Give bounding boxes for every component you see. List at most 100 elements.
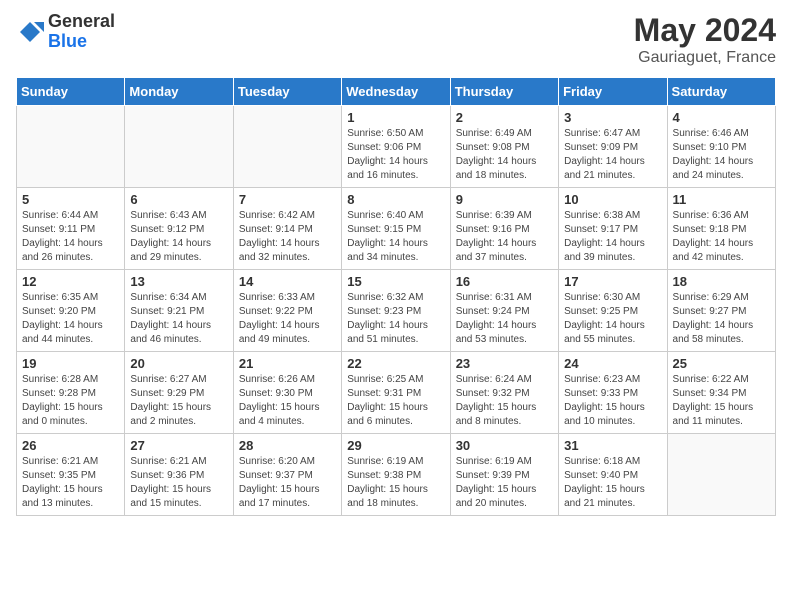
day-number: 15 [347, 274, 444, 289]
calendar-week-row: 1 Sunrise: 6:50 AM Sunset: 9:06 PM Daylig… [17, 106, 776, 188]
day-number: 28 [239, 438, 336, 453]
calendar-cell: 20Sunrise: 6:27 AM Sunset: 9:29 PM Dayli… [125, 352, 233, 434]
day-number: 4 [673, 110, 770, 125]
calendar-week-row: 12 Sunrise: 6:35 AM Sunset: 9:20 PM Dayli… [17, 270, 776, 352]
calendar-cell: 21Sunrise: 6:26 AM Sunset: 9:30 PM Dayli… [233, 352, 341, 434]
logo-icon [16, 18, 44, 46]
weekday-header: Monday [125, 78, 233, 106]
calendar-cell: 4 Sunrise: 6:46 AM Sunset: 9:10 PM Daylig… [667, 106, 775, 188]
calendar-cell [667, 434, 775, 516]
calendar-cell: 30 Sunrise: 6:19 AM Sunset: 9:39 PM Dayli… [450, 434, 558, 516]
weekday-header: Tuesday [233, 78, 341, 106]
logo-text: General Blue [48, 12, 115, 52]
calendar-cell: 7 Sunrise: 6:42 AM Sunset: 9:14 PM Daylig… [233, 188, 341, 270]
day-info: Sunrise: 6:22 AM Sunset: 9:34 PM Dayligh… [673, 373, 770, 429]
day-info: Sunrise: 6:30 AM Sunset: 9:25 PM Dayligh… [564, 291, 661, 347]
subtitle: Gauriaguet, France [634, 49, 776, 67]
weekday-header: Sunday [17, 78, 125, 106]
calendar-cell: 24 Sunrise: 6:23 AM Sunset: 9:33 PM Dayli… [559, 352, 667, 434]
day-info: Sunrise: 6:50 AM Sunset: 9:06 PM Dayligh… [347, 127, 444, 183]
day-info: Sunrise: 6:47 AM Sunset: 9:09 PM Dayligh… [564, 127, 661, 183]
day-number: 26 [22, 438, 119, 453]
day-number: 17 [564, 274, 661, 289]
title-block: May 2024 Gauriaguet, France [634, 12, 776, 67]
day-info: Sunrise: 6:36 AM Sunset: 9:18 PM Dayligh… [673, 209, 770, 265]
day-info: Sunrise: 6:19 AM Sunset: 9:39 PM Dayligh… [456, 455, 553, 511]
day-number: 18 [673, 274, 770, 289]
day-info: Sunrise: 6:18 AM Sunset: 9:40 PM Dayligh… [564, 455, 661, 511]
day-number: 23 [456, 356, 553, 371]
day-info: Sunrise: 6:35 AM Sunset: 9:20 PM Dayligh… [22, 291, 119, 347]
day-number: 20 [130, 356, 227, 371]
calendar-header-row: SundayMondayTuesdayWednesdayThursdayFrid… [17, 78, 776, 106]
day-number: 9 [456, 192, 553, 207]
calendar-cell: 28Sunrise: 6:20 AM Sunset: 9:37 PM Dayli… [233, 434, 341, 516]
calendar-cell: 1 Sunrise: 6:50 AM Sunset: 9:06 PM Daylig… [342, 106, 450, 188]
day-info: Sunrise: 6:33 AM Sunset: 9:22 PM Dayligh… [239, 291, 336, 347]
day-info: Sunrise: 6:42 AM Sunset: 9:14 PM Dayligh… [239, 209, 336, 265]
page: General Blue May 2024 Gauriaguet, France… [0, 0, 792, 612]
day-number: 2 [456, 110, 553, 125]
calendar-cell: 11 Sunrise: 6:36 AM Sunset: 9:18 PM Dayli… [667, 188, 775, 270]
calendar-cell: 17 Sunrise: 6:30 AM Sunset: 9:25 PM Dayli… [559, 270, 667, 352]
day-info: Sunrise: 6:31 AM Sunset: 9:24 PM Dayligh… [456, 291, 553, 347]
calendar-cell [17, 106, 125, 188]
day-info: Sunrise: 6:21 AM Sunset: 9:36 PM Dayligh… [130, 455, 227, 511]
day-number: 24 [564, 356, 661, 371]
day-number: 12 [22, 274, 119, 289]
day-number: 10 [564, 192, 661, 207]
day-number: 11 [673, 192, 770, 207]
calendar-cell: 13Sunrise: 6:34 AM Sunset: 9:21 PM Dayli… [125, 270, 233, 352]
day-info: Sunrise: 6:34 AM Sunset: 9:21 PM Dayligh… [130, 291, 227, 347]
day-number: 6 [130, 192, 227, 207]
day-number: 8 [347, 192, 444, 207]
calendar-week-row: 19Sunrise: 6:28 AM Sunset: 9:28 PM Dayli… [17, 352, 776, 434]
day-number: 27 [130, 438, 227, 453]
calendar-cell: 29Sunrise: 6:19 AM Sunset: 9:38 PM Dayli… [342, 434, 450, 516]
day-number: 22 [347, 356, 444, 371]
logo-blue-text: Blue [48, 32, 115, 52]
calendar-cell: 14Sunrise: 6:33 AM Sunset: 9:22 PM Dayli… [233, 270, 341, 352]
day-info: Sunrise: 6:28 AM Sunset: 9:28 PM Dayligh… [22, 373, 119, 429]
weekday-header: Wednesday [342, 78, 450, 106]
calendar-cell: 9 Sunrise: 6:39 AM Sunset: 9:16 PM Daylig… [450, 188, 558, 270]
calendar-cell: 25 Sunrise: 6:22 AM Sunset: 9:34 PM Dayli… [667, 352, 775, 434]
calendar-cell: 15 Sunrise: 6:32 AM Sunset: 9:23 PM Dayli… [342, 270, 450, 352]
day-info: Sunrise: 6:26 AM Sunset: 9:30 PM Dayligh… [239, 373, 336, 429]
day-info: Sunrise: 6:44 AM Sunset: 9:11 PM Dayligh… [22, 209, 119, 265]
day-info: Sunrise: 6:40 AM Sunset: 9:15 PM Dayligh… [347, 209, 444, 265]
logo: General Blue [16, 12, 115, 52]
calendar-cell: 2Sunrise: 6:49 AM Sunset: 9:08 PM Daylig… [450, 106, 558, 188]
day-info: Sunrise: 6:23 AM Sunset: 9:33 PM Dayligh… [564, 373, 661, 429]
calendar-cell: 31 Sunrise: 6:18 AM Sunset: 9:40 PM Dayli… [559, 434, 667, 516]
day-number: 31 [564, 438, 661, 453]
weekday-header: Thursday [450, 78, 558, 106]
day-info: Sunrise: 6:43 AM Sunset: 9:12 PM Dayligh… [130, 209, 227, 265]
day-number: 3 [564, 110, 661, 125]
calendar-table: SundayMondayTuesdayWednesdayThursdayFrid… [16, 77, 776, 516]
calendar-cell: 8 Sunrise: 6:40 AM Sunset: 9:15 PM Daylig… [342, 188, 450, 270]
calendar-cell [233, 106, 341, 188]
calendar-cell: 19Sunrise: 6:28 AM Sunset: 9:28 PM Dayli… [17, 352, 125, 434]
day-number: 7 [239, 192, 336, 207]
calendar-week-row: 26Sunrise: 6:21 AM Sunset: 9:35 PM Dayli… [17, 434, 776, 516]
calendar-cell: 10 Sunrise: 6:38 AM Sunset: 9:17 PM Dayli… [559, 188, 667, 270]
calendar-cell: 27 Sunrise: 6:21 AM Sunset: 9:36 PM Dayli… [125, 434, 233, 516]
day-number: 1 [347, 110, 444, 125]
day-info: Sunrise: 6:38 AM Sunset: 9:17 PM Dayligh… [564, 209, 661, 265]
day-number: 25 [673, 356, 770, 371]
logo-general-text: General [48, 12, 115, 32]
calendar-week-row: 5 Sunrise: 6:44 AM Sunset: 9:11 PM Daylig… [17, 188, 776, 270]
calendar-cell: 6 Sunrise: 6:43 AM Sunset: 9:12 PM Daylig… [125, 188, 233, 270]
day-number: 5 [22, 192, 119, 207]
calendar-cell: 22Sunrise: 6:25 AM Sunset: 9:31 PM Dayli… [342, 352, 450, 434]
day-info: Sunrise: 6:46 AM Sunset: 9:10 PM Dayligh… [673, 127, 770, 183]
calendar-cell: 18Sunrise: 6:29 AM Sunset: 9:27 PM Dayli… [667, 270, 775, 352]
calendar-cell: 16Sunrise: 6:31 AM Sunset: 9:24 PM Dayli… [450, 270, 558, 352]
day-info: Sunrise: 6:39 AM Sunset: 9:16 PM Dayligh… [456, 209, 553, 265]
weekday-header: Friday [559, 78, 667, 106]
calendar-cell: 12 Sunrise: 6:35 AM Sunset: 9:20 PM Dayli… [17, 270, 125, 352]
day-info: Sunrise: 6:24 AM Sunset: 9:32 PM Dayligh… [456, 373, 553, 429]
day-info: Sunrise: 6:32 AM Sunset: 9:23 PM Dayligh… [347, 291, 444, 347]
day-number: 30 [456, 438, 553, 453]
